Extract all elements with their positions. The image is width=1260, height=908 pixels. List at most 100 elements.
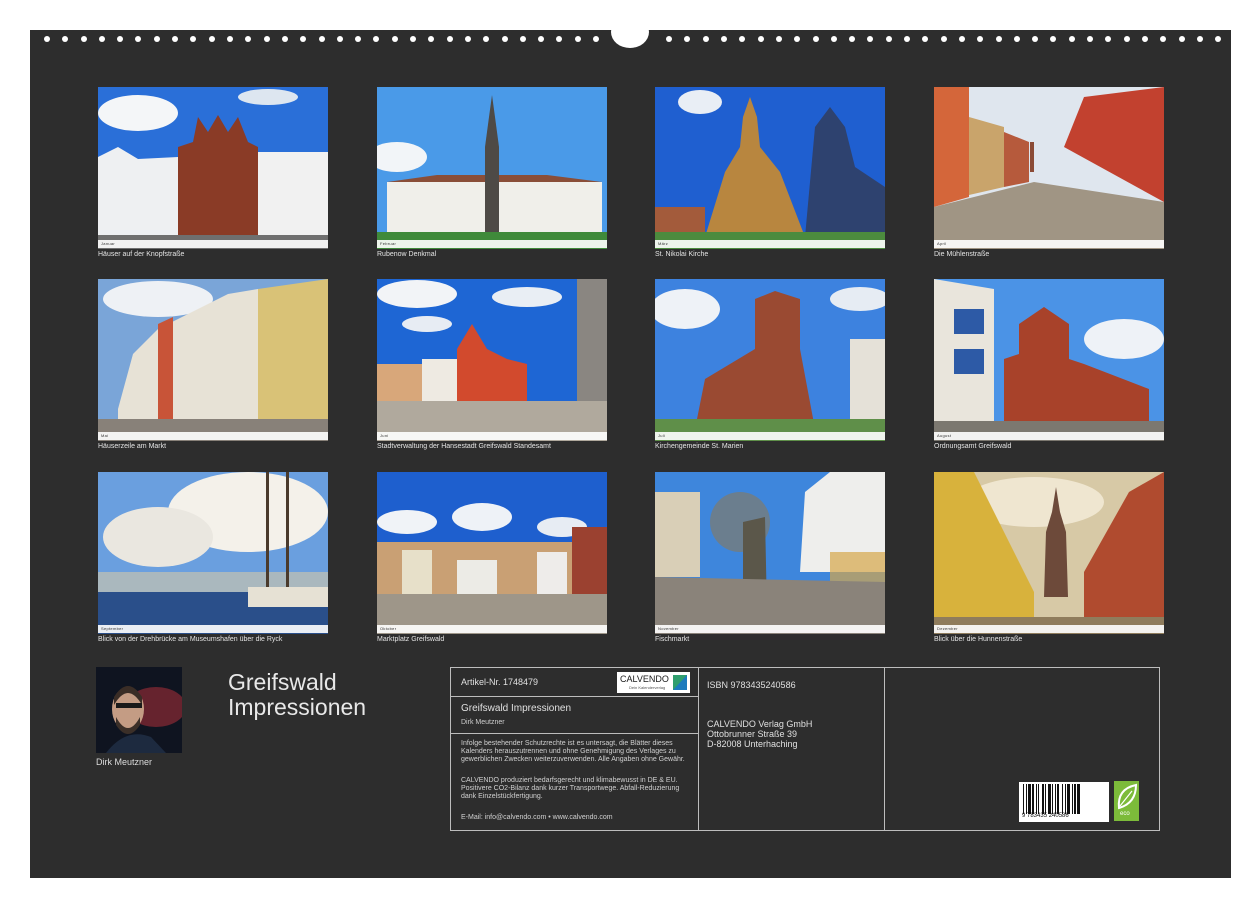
photo-caption: Blick über die Hunnenstraße — [934, 636, 1023, 643]
photo-tile[interactable]: Februar — [377, 87, 607, 249]
photo-image — [98, 472, 328, 634]
binding-hole — [520, 36, 526, 42]
binding-hole — [502, 36, 508, 42]
binding-hole — [721, 36, 727, 42]
photo-tile[interactable]: November — [655, 472, 885, 634]
photo-tile[interactable]: Juni — [377, 279, 607, 441]
binding-hole — [666, 36, 672, 42]
barcode-bar — [1052, 784, 1053, 814]
binding-hole — [1050, 36, 1056, 42]
binding-hole — [739, 36, 745, 42]
binding-hole — [154, 36, 160, 42]
photo-caption: Rubenow Denkmal — [377, 251, 437, 258]
barcode-bar — [1032, 784, 1034, 814]
article-number: Artikel-Nr. 1748479 — [461, 677, 539, 687]
binding-hole — [1087, 36, 1093, 42]
calendar-dates-strip: Oktober — [377, 625, 607, 633]
barcode-bar — [1048, 784, 1051, 814]
calendar-dates-strip: April — [934, 240, 1164, 248]
binding-hole — [1032, 36, 1038, 42]
binding-hole — [758, 36, 764, 42]
barcode-bar — [1023, 784, 1024, 814]
barcode: 9 783435 240586 — [1019, 782, 1109, 822]
photo-tile[interactable]: Januar — [98, 87, 328, 249]
binding-hole — [282, 36, 288, 42]
photo-tile[interactable]: Dezember — [934, 472, 1164, 634]
binding-hole — [1069, 36, 1075, 42]
month-label: März — [658, 241, 669, 246]
photo-image — [98, 87, 328, 249]
calendar-dates-strip: Juli — [655, 432, 885, 440]
binding-hole — [813, 36, 819, 42]
photo-caption: St. Nikolai Kirche — [655, 251, 709, 258]
binding-hole — [172, 36, 178, 42]
calendar-title-line1: Greifswald — [228, 669, 337, 695]
binding-hole — [373, 36, 379, 42]
binding-hole — [959, 36, 965, 42]
climate-notice: CALVENDO produziert bedarfsgerecht und k… — [461, 777, 680, 800]
binding-hole — [99, 36, 105, 42]
binding-hole — [62, 36, 68, 42]
barcode-bar — [1065, 784, 1066, 814]
photo-tile[interactable]: Juli — [655, 279, 885, 441]
photo-caption: Die Mühlenstraße — [934, 251, 990, 258]
binding-hole — [44, 36, 50, 42]
photo-tile[interactable]: Oktober — [377, 472, 607, 634]
binding-hole — [556, 36, 562, 42]
binding-hole — [337, 36, 343, 42]
binding-hole — [593, 36, 599, 42]
month-label: September — [101, 626, 124, 631]
calendar-dates-strip: Februar — [377, 240, 607, 248]
photo-image — [934, 472, 1164, 634]
barcode-digits: 9 783435 240586 — [1022, 813, 1069, 819]
logo-subtext: Dein Kalenderverlag — [629, 685, 666, 690]
binding-hole — [776, 36, 782, 42]
calendar-dates-strip: August — [934, 432, 1164, 440]
month-label: Januar — [101, 241, 116, 246]
barcode-bar — [1038, 784, 1039, 814]
month-label: Februar — [380, 241, 397, 246]
binding-hole — [135, 36, 141, 42]
publisher-name: CALVENDO Verlag GmbH — [707, 719, 813, 729]
eco-badge: eco — [1114, 781, 1139, 821]
binding-hole — [1142, 36, 1148, 42]
product-info-box: Artikel-Nr. 1748479 CALVENDO Dein Kalend… — [450, 667, 1160, 831]
calvendo-logo: CALVENDO Dein Kalenderverlag — [617, 672, 690, 693]
binding-hole — [977, 36, 983, 42]
photo-tile[interactable]: September — [98, 472, 328, 634]
calendar-dates-strip: November — [655, 625, 885, 633]
article-row: Artikel-Nr. 1748479 CALVENDO Dein Kalend… — [451, 668, 698, 697]
photo-caption: Kirchengemeinde St. Marien — [655, 443, 744, 450]
barcode-bars — [1023, 784, 1080, 814]
binding-hole — [483, 36, 489, 42]
barcode-bar — [1067, 784, 1070, 814]
barcode-bar — [1028, 784, 1031, 814]
photo-tile[interactable]: Mai — [98, 279, 328, 441]
info-column-left: Artikel-Nr. 1748479 CALVENDO Dein Kalend… — [451, 668, 699, 830]
publisher-city: D-82008 Unterhaching — [707, 739, 798, 749]
photo-image — [934, 87, 1164, 249]
calendar-dates-strip: März — [655, 240, 885, 248]
logo-text: CALVENDO — [620, 674, 669, 684]
barcode-bar — [1045, 784, 1046, 814]
photo-caption: Häuserzeile am Markt — [98, 443, 167, 450]
binding-hole — [319, 36, 325, 42]
photo-image — [934, 279, 1164, 441]
binding-hole — [996, 36, 1002, 42]
binding-hole — [904, 36, 910, 42]
binding-hole — [538, 36, 544, 42]
product-author: Dirk Meutzner — [461, 719, 505, 726]
binding-hole — [1160, 36, 1166, 42]
binding-hole — [831, 36, 837, 42]
photo-tile[interactable]: August — [934, 279, 1164, 441]
calendar-title-line2: Impressionen — [228, 694, 367, 720]
binding-hole — [1215, 36, 1221, 42]
binding-hole — [190, 36, 196, 42]
photo-tile[interactable]: April — [934, 87, 1164, 249]
binding-hole — [684, 36, 690, 42]
calendar-dates-strip: Januar — [98, 240, 328, 248]
month-label: November — [658, 626, 679, 631]
photo-tile[interactable]: März — [655, 87, 885, 249]
photo-caption: Häuser auf der Knopfstraße — [98, 251, 185, 258]
binding-hole — [794, 36, 800, 42]
